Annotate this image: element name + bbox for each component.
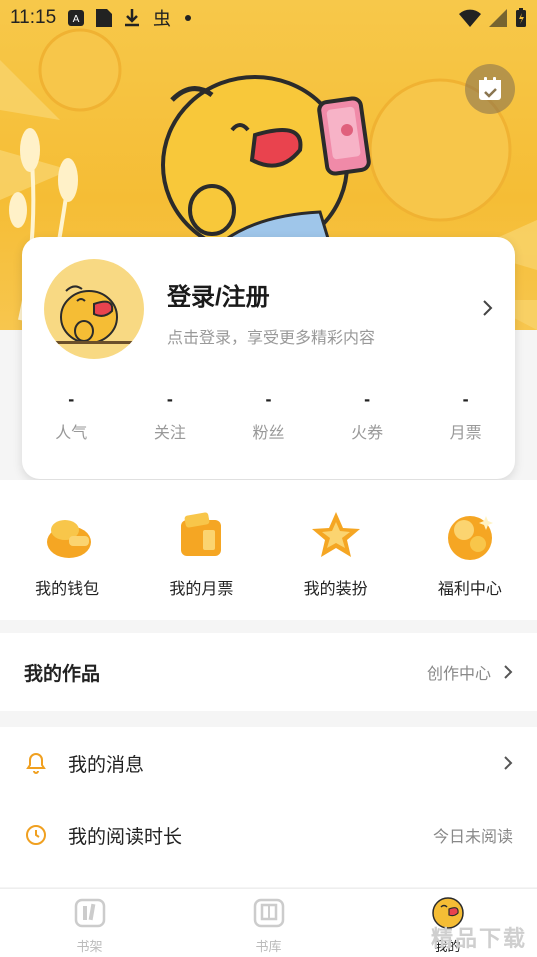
wifi-icon xyxy=(459,9,481,27)
chevron-right-icon xyxy=(504,665,513,679)
creation-center-label: 创作中心 xyxy=(426,666,491,683)
list-item-label: 我的阅读时长 xyxy=(68,826,183,848)
feature-monthly-ticket[interactable]: 我的月票 xyxy=(141,480,261,620)
feature-label: 我的钱包 xyxy=(35,581,100,598)
cellular-signal-icon xyxy=(489,9,507,27)
stat-fans[interactable]: - 粉丝 xyxy=(219,387,318,443)
stat-label: 火券 xyxy=(351,425,384,442)
stat-value: - xyxy=(462,389,469,409)
feature-label: 我的装扮 xyxy=(303,581,368,598)
profile-card: 登录/注册 点击登录，享受更多精彩内容 - 人气 - 关注 - 粉丝 - 火券 … xyxy=(22,237,515,479)
stat-label: 月票 xyxy=(449,425,482,442)
tab-label: 书架 xyxy=(76,939,103,954)
stat-value: - xyxy=(265,389,272,409)
monthly-ticket-icon xyxy=(181,512,222,556)
avatar[interactable] xyxy=(44,259,144,359)
stat-label: 粉丝 xyxy=(252,425,285,442)
chevron-right-icon[interactable] xyxy=(481,299,493,317)
sim-card-icon xyxy=(96,9,113,27)
stat-fire-coupons[interactable]: - 火券 xyxy=(318,387,417,443)
svg-text:A: A xyxy=(73,14,80,25)
default-duck-avatar-icon xyxy=(54,285,134,344)
feature-label: 福利中心 xyxy=(437,581,502,598)
dot-icon xyxy=(185,15,192,21)
bell-icon xyxy=(26,752,46,774)
feature-label: 我的月票 xyxy=(169,581,234,598)
welfare-center-icon xyxy=(447,516,493,560)
chevron-right-icon xyxy=(504,756,513,770)
tab-label: 书库 xyxy=(255,939,282,954)
reading-status: 今日未阅读 xyxy=(432,829,513,846)
status-time: 11:15 xyxy=(10,7,57,28)
stat-monthly-tickets[interactable]: - 月票 xyxy=(416,387,515,443)
bottom-tab-bar: 书架 书库 我的 精品下载 xyxy=(0,888,537,957)
stat-value: - xyxy=(364,389,371,409)
feature-grid: 我的钱包 我的月票 我的装扮 福利中心 xyxy=(0,480,537,620)
stat-value: - xyxy=(68,389,75,409)
stat-following[interactable]: - 关注 xyxy=(121,387,220,443)
battery-icon xyxy=(516,8,526,27)
download-icon xyxy=(125,9,140,27)
list-item-right xyxy=(503,755,513,771)
feature-welfare-center[interactable]: 福利中心 xyxy=(410,480,530,620)
stat-value: - xyxy=(166,389,173,409)
creation-center-link[interactable]: 创作中心 xyxy=(427,660,513,684)
tab-library[interactable]: 书库 xyxy=(179,889,358,957)
accessibility-icon: A xyxy=(68,10,85,26)
check-in-calendar-button[interactable] xyxy=(465,64,515,114)
library-icon xyxy=(253,898,284,928)
stat-popularity[interactable]: - 人气 xyxy=(22,387,121,443)
login-subtitle[interactable]: 点击登录，享受更多精彩内容 xyxy=(167,324,375,348)
profile-stats: - 人气 - 关注 - 粉丝 - 火券 - 月票 xyxy=(22,387,515,443)
svg-text:虫: 虫 xyxy=(153,9,171,28)
tab-bookshelf[interactable]: 书架 xyxy=(0,889,179,957)
stat-label: 关注 xyxy=(153,425,186,442)
feature-wallet[interactable]: 我的钱包 xyxy=(7,480,127,620)
list-item-label: 我的消息 xyxy=(68,754,145,776)
list-item-reading-time[interactable]: 我的阅读时长 今日未阅读 xyxy=(0,799,537,871)
bookshelf-icon xyxy=(74,898,105,928)
clock-icon xyxy=(26,825,46,845)
watermark: 精品下载 xyxy=(430,926,527,951)
status-bar: 11:15 A 虫 xyxy=(0,0,537,36)
stat-label: 人气 xyxy=(55,425,88,442)
my-works-title: 我的作品 xyxy=(24,663,101,685)
login-register-title[interactable]: 登录/注册 xyxy=(167,277,270,312)
settings-list: 我的消息 我的阅读时长 今日未阅读 xyxy=(0,727,537,887)
list-item-my-messages[interactable]: 我的消息 xyxy=(0,727,537,799)
dress-up-star-icon xyxy=(311,512,360,557)
feature-dress-up[interactable]: 我的装扮 xyxy=(276,480,396,620)
my-works-row[interactable]: 我的作品 创作中心 xyxy=(0,633,537,711)
calendar-check-icon xyxy=(479,77,501,100)
wallet-icon xyxy=(47,520,92,558)
bug-icon: 虫 xyxy=(153,9,171,28)
